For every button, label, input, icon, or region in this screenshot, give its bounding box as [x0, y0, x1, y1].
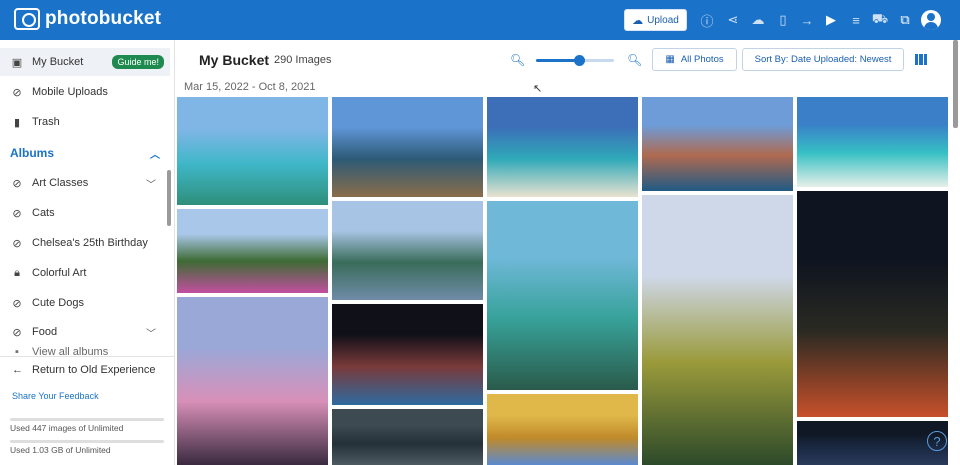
album-label: Cats [32, 207, 55, 219]
photo-frame-icon: ▣ [11, 56, 23, 69]
zoom-slider-thumb[interactable] [573, 55, 585, 66]
album-label: Colorful Art [32, 267, 87, 279]
logo-text: photobucket [45, 8, 162, 29]
sidebar-item-label: Mobile Uploads [32, 86, 108, 98]
trash-icon: ▮ [13, 116, 21, 129]
album-label: Cute Dogs [32, 297, 84, 309]
sidebar-item-mobile-uploads[interactable]: ⊘ Mobile Uploads [0, 78, 170, 106]
zoom-out-icon[interactable]: 🔍︎ [510, 53, 525, 67]
zoom-in-icon[interactable]: 🔍︎ [627, 53, 642, 67]
hidden-eye-icon: ⊘ [12, 297, 22, 310]
photo-tile[interactable] [487, 97, 638, 197]
cart-icon[interactable]: ⛟ [871, 11, 889, 29]
page-title: My Bucket [199, 52, 270, 68]
mouse-cursor-icon: ↖ [533, 83, 543, 95]
sidebar-item-my-bucket[interactable]: ▣ My Bucket Guide me! [0, 48, 170, 76]
grid-view-icon[interactable] [915, 54, 927, 65]
sidebar-item-colorful-art[interactable]: 🔒︎ Colorful Art [0, 259, 170, 287]
images-usage-bar [10, 418, 164, 421]
calendar-icon: ▦ [665, 54, 675, 65]
sidebar-item-label: My Bucket [32, 56, 84, 68]
sidebar-scrollbar[interactable] [167, 170, 171, 226]
photo-tile[interactable] [797, 421, 948, 465]
sort-dropdown[interactable]: Sort By: Date Uploaded: Newest [742, 48, 904, 71]
photo-tile[interactable] [797, 191, 948, 417]
logo-icon [14, 8, 40, 30]
cloud-download-icon[interactable]: ☁ [749, 11, 767, 29]
photo-tile[interactable] [332, 201, 483, 300]
album-label: Art Classes [32, 177, 89, 189]
slideshow-icon[interactable]: ▶ [822, 11, 840, 29]
account-icon[interactable] [921, 10, 941, 30]
chevron-down-icon[interactable]: ﹀ [146, 176, 156, 191]
chevron-down-icon[interactable]: ﹀ [146, 325, 156, 340]
photo-tile[interactable] [177, 297, 328, 465]
zoom-slider-fill [536, 59, 579, 62]
lock-icon: 🔒︎ [14, 266, 20, 279]
storage-usage-text: Used 1.03 GB of Unlimited [10, 445, 111, 455]
sort-label: Sort By: Date Uploaded: Newest [754, 54, 892, 65]
photo-tile[interactable] [642, 97, 793, 191]
photo-tile[interactable] [332, 409, 483, 465]
chevron-up-icon[interactable]: ︿ [150, 146, 160, 161]
view-all-label: View all albums [32, 346, 109, 356]
album-label: Food [32, 326, 58, 338]
album-label: Chelsea's 25th Birthday [32, 237, 148, 249]
photo-tile[interactable] [487, 394, 638, 465]
date-range: Mar 15, 2022 - Oct 8, 2021 [184, 81, 316, 93]
move-icon[interactable]: → [798, 11, 816, 29]
upload-label: Upload [647, 14, 679, 26]
share-icon[interactable]: ⋖ [724, 11, 742, 29]
images-usage-text: Used 447 images of Unlimited [10, 423, 124, 433]
all-photos-button[interactable]: ▦ All Photos [652, 48, 737, 71]
photo-tile[interactable] [487, 201, 638, 390]
adjust-icon[interactable]: ≡ [847, 11, 865, 29]
arrow-left-icon: ← [12, 364, 23, 376]
photo-tile[interactable] [177, 97, 328, 205]
share-feedback-link[interactable]: Share Your Feedback [12, 391, 99, 401]
info-icon[interactable]: ⓘ [698, 11, 716, 29]
photo-tile[interactable] [797, 97, 948, 187]
image-count: 290 Images [274, 54, 332, 66]
photo-tile[interactable] [177, 209, 328, 293]
sidebar-item-view-all-albums[interactable]: ▪ View all albums [0, 346, 170, 356]
upload-button[interactable]: ☁ Upload [624, 9, 687, 31]
photo-tile[interactable] [332, 97, 483, 197]
all-photos-label: All Photos [680, 54, 724, 65]
top-bar: photobucket ☁ Upload ⓘ ⋖ ☁ ▯ → ▶ ≡ ⛟ ⧉ [0, 0, 960, 40]
hidden-eye-icon: ⊘ [12, 86, 22, 99]
trash-icon[interactable]: ▯ [774, 11, 792, 29]
sidebar-divider [0, 356, 174, 357]
sidebar-item-cute-dogs[interactable]: ⊘ Cute Dogs [0, 289, 170, 317]
albums-header[interactable]: Albums ︿ [10, 146, 160, 161]
sidebar: ▣ My Bucket Guide me! ⊘ Mobile Uploads ▮… [0, 40, 175, 465]
guide-me-badge[interactable]: Guide me! [112, 55, 164, 69]
return-old-experience-link[interactable]: ← Return to Old Experience [12, 364, 156, 376]
help-icon[interactable]: ? [927, 431, 947, 451]
sidebar-item-trash[interactable]: ▮ Trash [0, 108, 170, 136]
return-label: Return to Old Experience [32, 364, 156, 376]
sidebar-item-food[interactable]: ⊘ Food ﹀ [0, 318, 170, 346]
sidebar-item-cats[interactable]: ⊘ Cats [0, 199, 170, 227]
storage-usage-bar [10, 440, 164, 443]
sidebar-item-label: Trash [32, 116, 60, 128]
hidden-eye-icon: ⊘ [12, 177, 22, 190]
photo-tile[interactable] [642, 195, 793, 465]
albums-icon: ▪ [15, 346, 19, 356]
link-icon[interactable]: ⧉ [896, 11, 914, 29]
hidden-eye-icon: ⊘ [12, 326, 22, 339]
photobucket-logo[interactable]: photobucket [14, 8, 161, 30]
sidebar-item-art-classes[interactable]: ⊘ Art Classes ﹀ [0, 169, 170, 197]
albums-heading: Albums [10, 146, 55, 160]
hidden-eye-icon: ⊘ [12, 207, 22, 220]
cloud-upload-icon: ☁ [632, 14, 644, 27]
main-scrollbar[interactable] [953, 40, 958, 128]
photo-tile[interactable] [332, 304, 483, 405]
sidebar-item-chelseas-birthday[interactable]: ⊘ Chelsea's 25th Birthday [0, 229, 170, 257]
hidden-eye-icon: ⊘ [12, 237, 22, 250]
